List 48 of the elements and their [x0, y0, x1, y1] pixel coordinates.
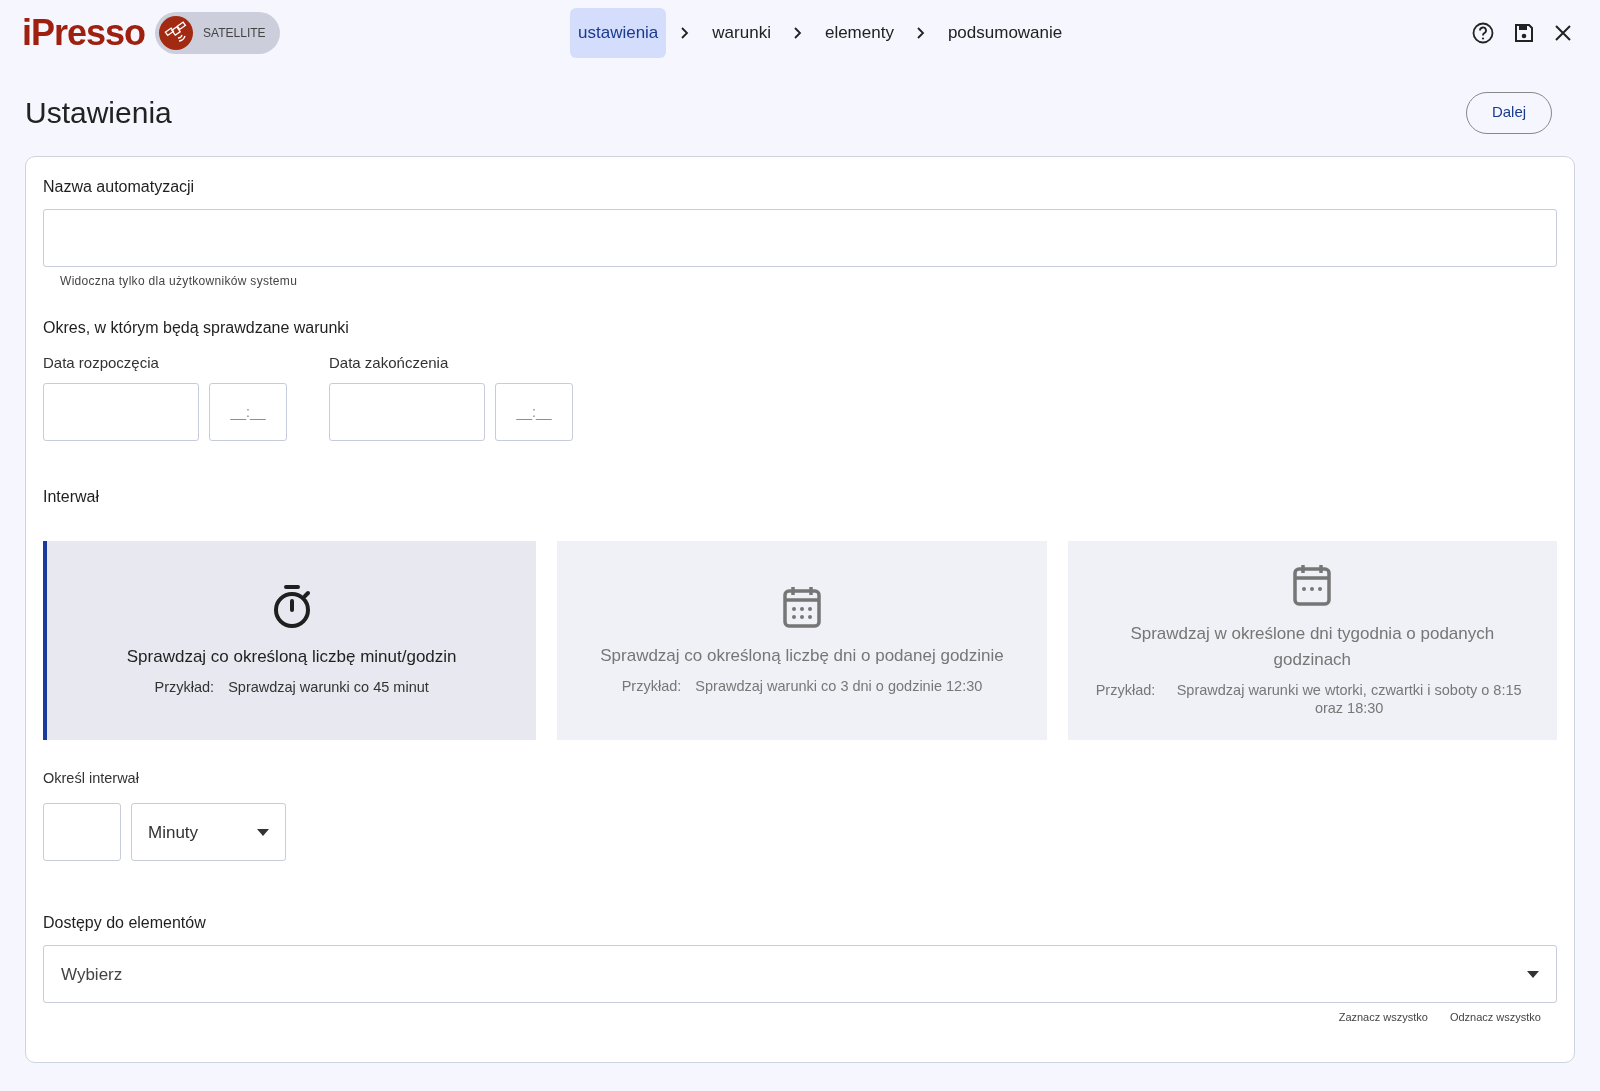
example-label: Przykład: — [621, 677, 682, 695]
unit-select[interactable]: Minuty — [131, 803, 286, 862]
interval-option-card[interactable]: Sprawdzaj co określoną liczbę dni o podanej godzinie Przykład: Sprawdzaj warunki co 3 dni o godzinie 12:30 — [557, 540, 1047, 740]
deselect-all-link[interactable]: Odznacz wszystko — [1449, 1009, 1541, 1026]
chevron-right-icon — [915, 27, 926, 39]
field-label: Dostępy do elementów — [43, 913, 207, 934]
interval-option-card[interactable]: Sprawdzaj co określoną liczbę minut/godzin Przykład: Sprawdzaj warunki co 45 minut — [43, 540, 537, 740]
example-label: Przykład: — [1095, 681, 1156, 700]
step-tab[interactable]: podsumowanie — [939, 8, 1071, 58]
example-text: Sprawdzaj warunki co 45 minut — [228, 678, 429, 696]
option-title: Sprawdzaj w określone dni tygodnia o podanych godzinach — [1129, 623, 1496, 671]
step-tab[interactable]: elementy — [816, 8, 902, 58]
field-hint: Widoczna tylko dla użytkowników systemu — [60, 273, 299, 290]
field-label: Określ interwał — [43, 768, 140, 788]
calendar-icon — [782, 585, 822, 629]
save-icon[interactable] — [1514, 23, 1534, 43]
logo: iPresso — [22, 15, 146, 51]
name-input[interactable] — [43, 209, 1557, 267]
access-select[interactable]: Wybierz — [43, 945, 1557, 1004]
step-tab[interactable]: ustawienia — [570, 8, 667, 58]
time-input[interactable]: __:__ — [209, 382, 287, 441]
page-title: Ustawienia — [25, 95, 172, 131]
section-heading: Okres, w którym będą sprawdzane warunki — [43, 318, 350, 338]
field-label: Data zakończenia — [329, 353, 450, 373]
example-text: Sprawdzaj warunki we wtorki, czwartki i soboty o 8:15 oraz 18:30 — [1175, 681, 1523, 717]
satellite-icon — [159, 16, 194, 50]
option-title: Sprawdzaj co określoną liczbę dni o podanej godzinie — [600, 645, 1004, 667]
time-input[interactable]: __:__ — [495, 382, 573, 441]
interval-number-input[interactable] — [43, 803, 121, 862]
field-label: Data rozpoczęcia — [43, 353, 160, 373]
select-all-link[interactable]: Zaznacz wszystko — [1338, 1009, 1428, 1026]
interval-option-card[interactable]: Sprawdzaj w określone dni tygodnia o podanych godzinach Przykład: Sprawdzaj warunki we wtorki, czwartki i soboty o 8:15 oraz 18:30 — [1067, 540, 1557, 740]
close-icon[interactable] — [1554, 24, 1572, 42]
field-label: Nazwa automatyzacji — [43, 177, 196, 197]
date-input[interactable] — [43, 382, 199, 441]
option-title: Sprawdzaj co określoną liczbę minut/godzin — [126, 646, 457, 668]
dropdown-caret-icon — [257, 828, 269, 836]
example-text: Sprawdzaj warunki co 3 dni o godzinie 12:30 — [695, 677, 983, 695]
date-input[interactable] — [329, 382, 485, 441]
help-icon[interactable] — [1472, 22, 1494, 44]
badge-label: SATELLITE — [203, 25, 266, 42]
calendar-icon — [1292, 563, 1333, 607]
step-tab[interactable]: warunki — [704, 8, 779, 58]
chevron-right-icon — [792, 27, 803, 39]
section-heading: Interwał — [43, 486, 101, 507]
example-label: Przykład: — [154, 678, 215, 696]
chevron-right-icon — [680, 27, 691, 39]
dropdown-caret-icon — [1527, 970, 1539, 978]
